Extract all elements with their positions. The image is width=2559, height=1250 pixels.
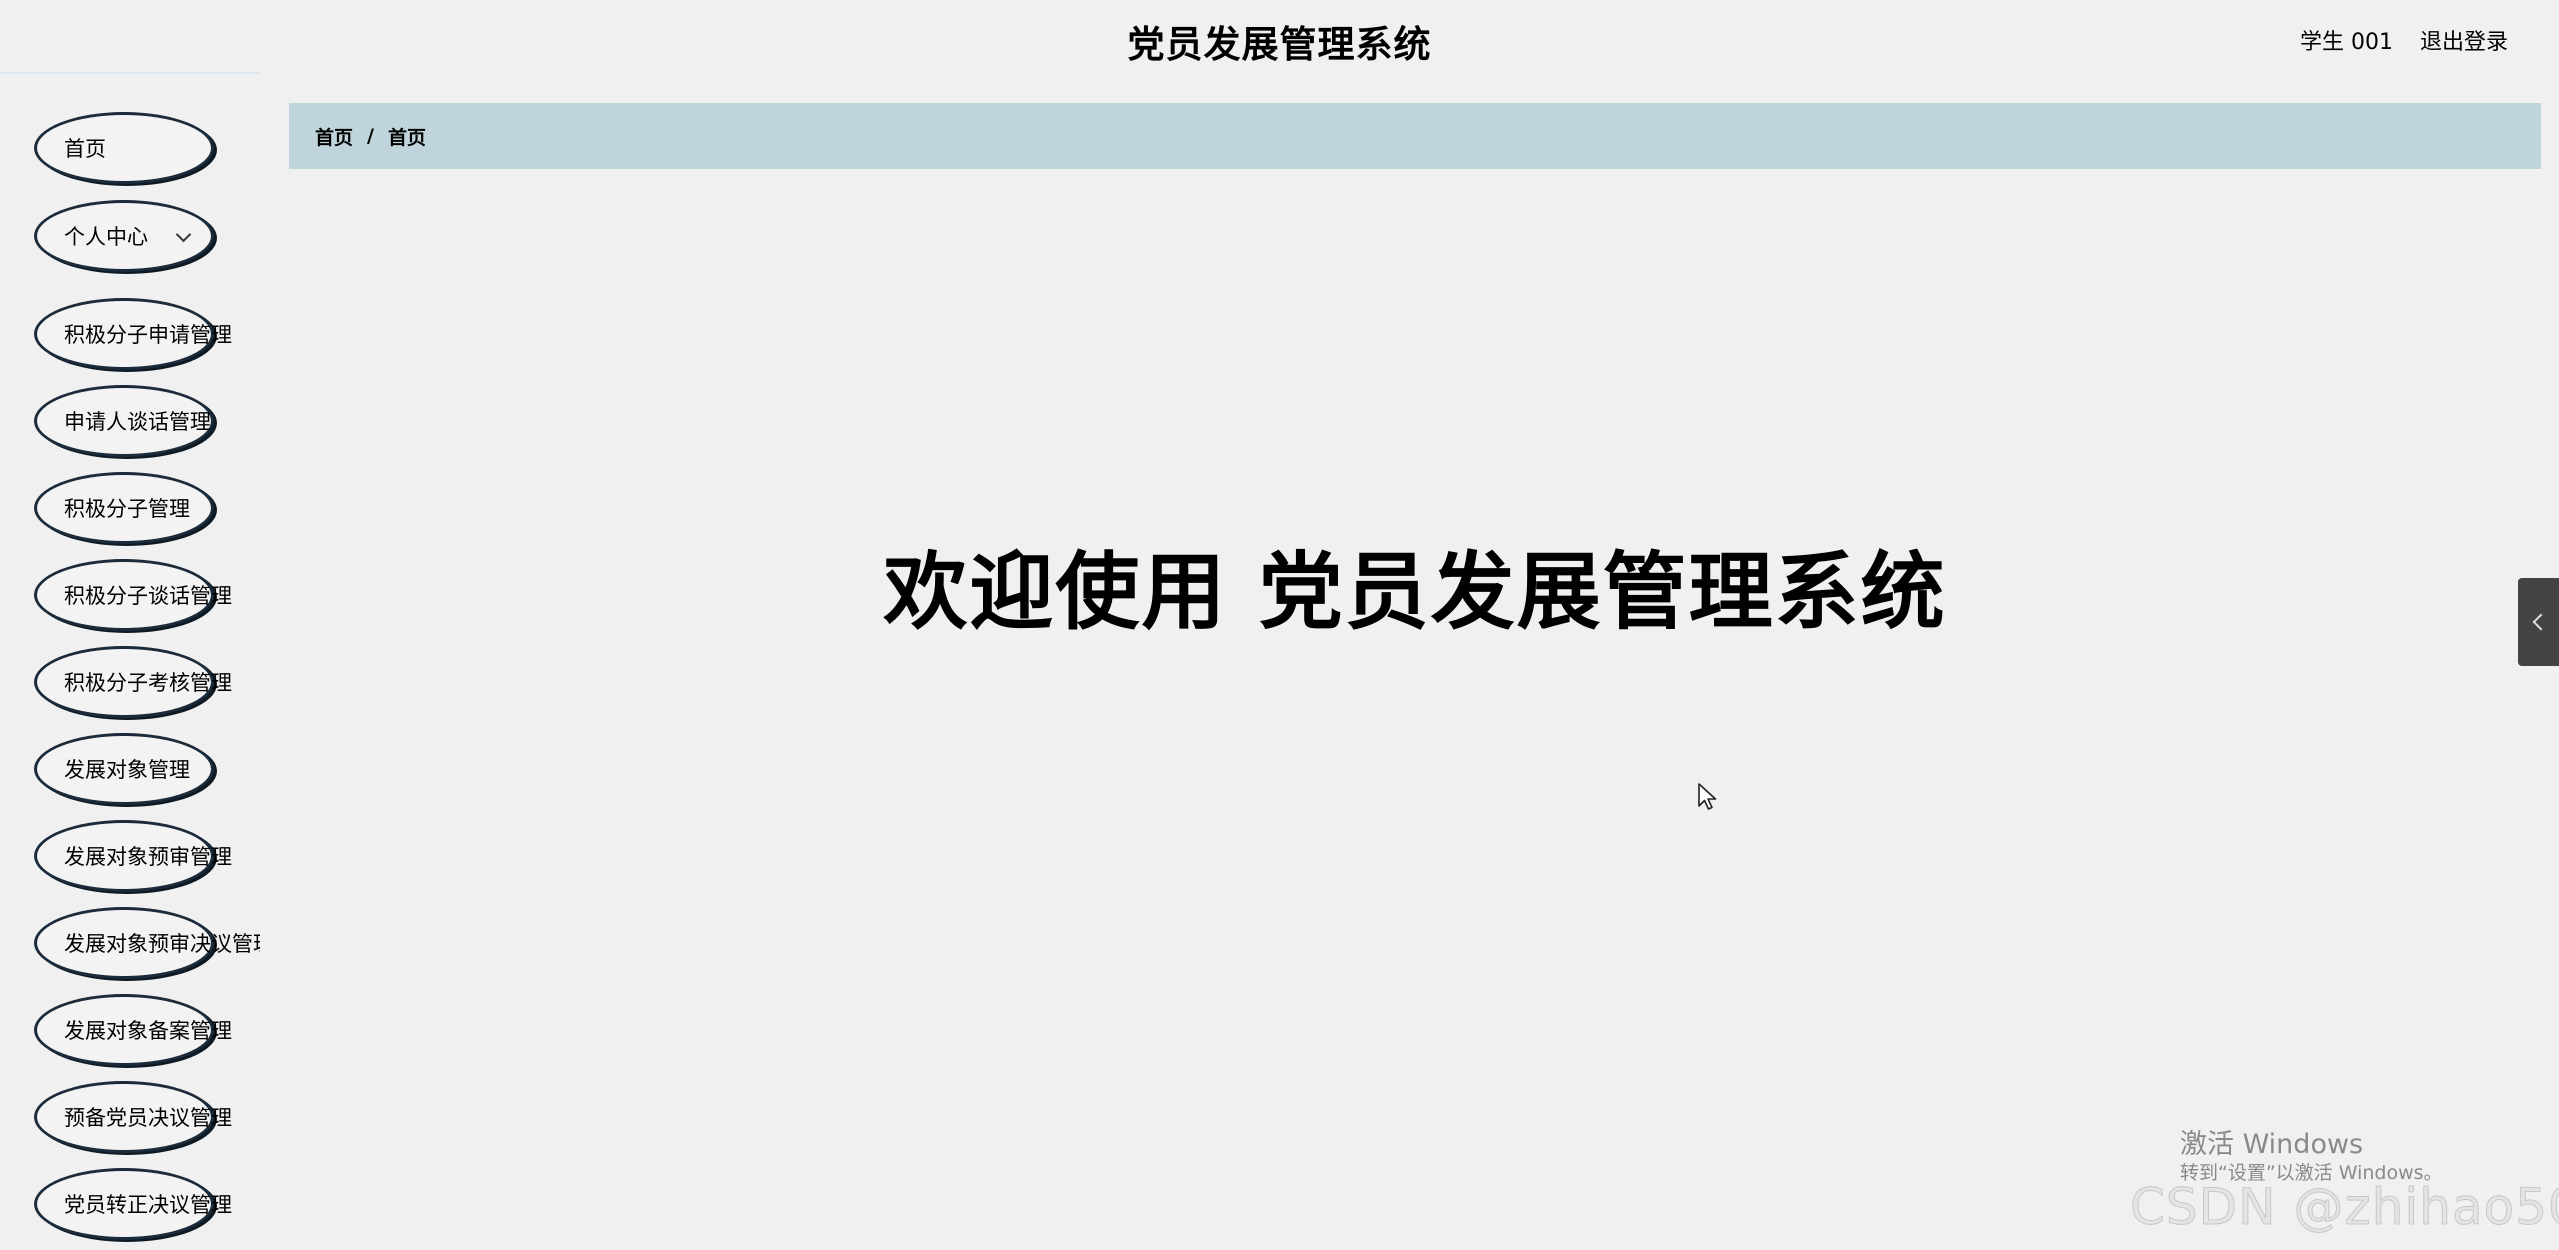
sidebar-item-label: 积极分子管理 <box>64 497 190 521</box>
sidebar-item-label: 发展对象管理 <box>64 758 190 782</box>
sidebar-item-label: 首页 <box>64 137 106 161</box>
sidebar-item-label: 积极分子申请管理 <box>64 323 232 347</box>
sidebar-item-home[interactable]: 首页 <box>34 112 214 184</box>
app-title: 党员发展管理系统 <box>1127 23 1432 66</box>
sidebar-item-label: 积极分子谈话管理 <box>64 584 232 608</box>
mouse-cursor-icon <box>1698 783 1717 810</box>
activate-windows-title: 激活 Windows <box>2180 1129 2364 1160</box>
chevron-left-icon <box>2532 613 2550 631</box>
current-user: 学生 001 <box>2300 30 2393 55</box>
sidebar-item-activist-application[interactable]: 积极分子申请管理 <box>34 298 232 370</box>
sidebar-item-target-filing[interactable]: 发展对象备案管理 <box>34 994 232 1066</box>
sidebar-item-target-pre-review[interactable]: 发展对象预审管理 <box>34 820 232 892</box>
welcome-heading: 欢迎使用 党员发展管理系统 <box>883 543 1947 641</box>
sidebar-item-label: 申请人谈话管理 <box>64 410 211 434</box>
sidebar-item-probationary-resolution[interactable]: 预备党员决议管理 <box>34 1081 232 1153</box>
csdn-watermark: CSDN @zhihao502 <box>2130 1178 2559 1237</box>
top-header: 党员发展管理系统 学生 001 退出登录 <box>0 0 2559 74</box>
sidebar-item-full-member-resolution[interactable]: 党员转正决议管理 <box>34 1168 232 1240</box>
logout-button[interactable]: 退出登录 <box>2420 24 2508 56</box>
sidebar-item-target-pre-review-resolution[interactable]: 发展对象预审决议管理 <box>34 907 260 979</box>
collapse-panel-button[interactable] <box>2518 578 2559 666</box>
sidebar-item-activist[interactable]: 积极分子管理 <box>34 472 214 544</box>
sidebar-item-label: 发展对象预审管理 <box>64 845 232 869</box>
sidebar-item-label: 个人中心 <box>64 225 148 249</box>
breadcrumb: 首页 / 首页 <box>289 103 2541 169</box>
sidebar-item-applicant-talk[interactable]: 申请人谈话管理 <box>34 385 214 457</box>
sidebar-item-personal-center[interactable]: 个人中心 <box>34 200 214 272</box>
sidebar-item-label: 发展对象预审决议管理 <box>64 932 260 956</box>
sidebar-item-label: 党员转正决议管理 <box>64 1193 232 1217</box>
sidebar-item-development-target[interactable]: 发展对象管理 <box>34 733 214 805</box>
breadcrumb-current: 首页 <box>387 126 426 149</box>
sidebar-item-label: 预备党员决议管理 <box>64 1106 232 1130</box>
app-root: 党员发展管理系统 学生 001 退出登录 首页 / 首页 首页 个人中心 积极分… <box>0 0 2559 1250</box>
sidebar-item-activist-talk[interactable]: 积极分子谈话管理 <box>34 559 232 631</box>
breadcrumb-separator: / <box>367 125 374 147</box>
chevron-down-icon <box>175 226 192 243</box>
sidebar-item-label: 积极分子考核管理 <box>64 671 232 695</box>
sidebar-item-activist-assessment[interactable]: 积极分子考核管理 <box>34 646 232 718</box>
sidebar-menu: 首页 个人中心 积极分子申请管理 申请人谈话管理 积极分子管理 积极分子谈话管理… <box>0 74 260 1250</box>
breadcrumb-home[interactable]: 首页 <box>315 123 353 150</box>
sidebar-item-label: 发展对象备案管理 <box>64 1019 232 1043</box>
